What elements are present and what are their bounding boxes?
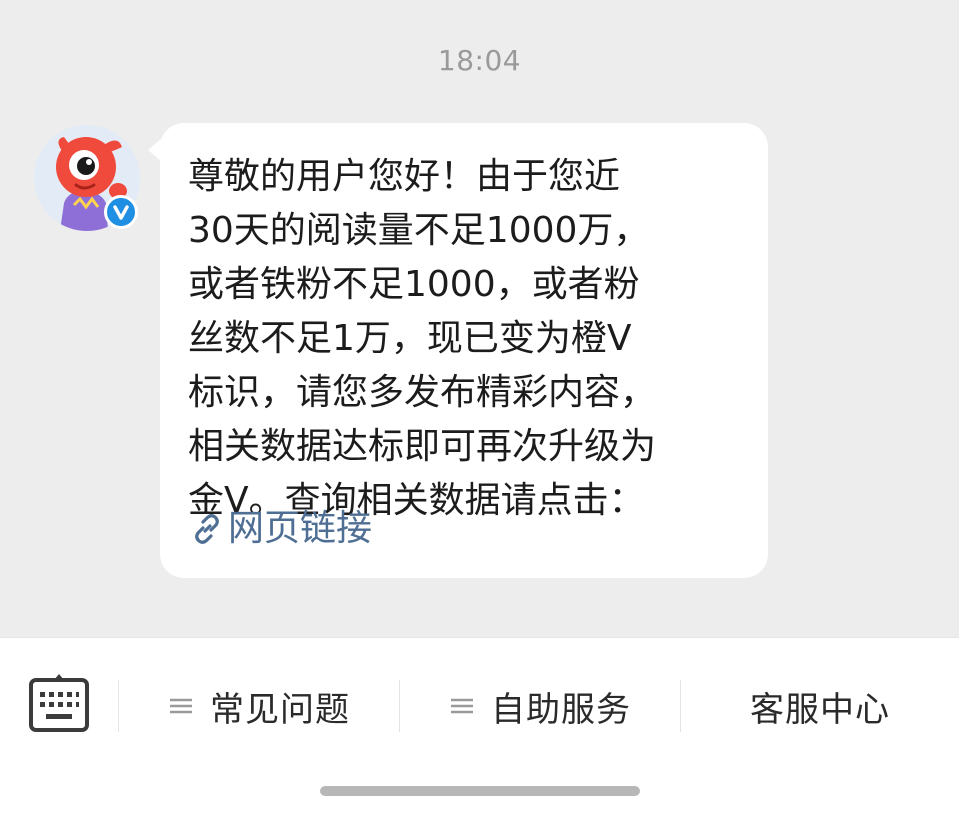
message-timestamp: 18:04: [437, 44, 522, 77]
menu-divider: [680, 680, 681, 732]
verified-v-icon: [104, 195, 138, 229]
message-line: 或者铁粉不足1000，或者粉: [188, 264, 640, 305]
message-line: 30天的阅读量不足1000万，: [188, 210, 650, 251]
faq-button[interactable]: 常见问题: [140, 676, 380, 736]
keyboard-icon: [29, 674, 89, 732]
menu-divider: [118, 680, 119, 732]
customer-service-button[interactable]: 客服中心: [700, 676, 940, 736]
menu-lines-icon: [451, 698, 473, 714]
message-line: 丝数不足1万，现已变为橙V: [188, 318, 632, 359]
web-link-label[interactable]: 网页链接: [228, 502, 372, 556]
message-text: 尊敬的用户您好！由于您近 30天的阅读量不足1000万， 或者铁粉不足1000，…: [188, 150, 758, 528]
self-service-button[interactable]: 自助服务: [421, 676, 661, 736]
menu-lines-icon: [170, 698, 192, 714]
customer-service-label: 客服中心: [750, 689, 890, 730]
home-indicator[interactable]: [320, 786, 640, 796]
keyboard-toggle-button[interactable]: [24, 670, 94, 740]
message-line: 相关数据达标即可再次升级为: [188, 426, 657, 467]
link-icon: [195, 514, 219, 544]
message-line: 标识，请您多发布精彩内容，: [188, 372, 657, 413]
web-link[interactable]: 网页链接: [190, 502, 372, 556]
self-service-label: 自助服务: [491, 689, 631, 730]
faq-label: 常见问题: [210, 689, 350, 730]
menu-divider: [399, 680, 400, 732]
message-line: 尊敬的用户您好！由于您近: [188, 156, 621, 197]
